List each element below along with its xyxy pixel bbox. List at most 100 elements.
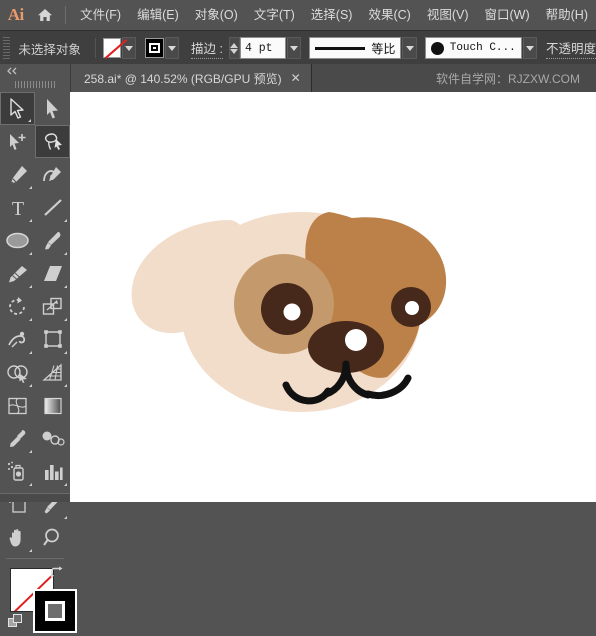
- blend-tool[interactable]: [35, 422, 70, 455]
- swap-fill-stroke-icon[interactable]: [49, 566, 64, 583]
- tool-corner-indicator: [29, 450, 32, 453]
- brush-definition-combo[interactable]: Touch C...: [424, 37, 522, 59]
- stroke-dropdown-chevron-down-icon[interactable]: [164, 37, 179, 59]
- tool-corner-indicator: [64, 318, 67, 321]
- home-icon[interactable]: [31, 0, 59, 30]
- document-tab-strip: 258.ai* @ 140.52% (RGB/GPU 预览) ✕ 软件自学网：R…: [70, 64, 596, 93]
- tools-panel: T: [0, 64, 77, 633]
- illustrator-window: Ai 文件(F) 编辑(E) 对象(O) 文字(T) 选择(S) 效果(C) 视…: [0, 0, 596, 633]
- control-bar-grip[interactable]: [3, 37, 11, 59]
- tool-corner-indicator: [29, 483, 32, 486]
- stroke-profile-combo[interactable]: 等比: [309, 37, 402, 59]
- tool-corner-indicator: [64, 219, 67, 222]
- default-fill-stroke-icon[interactable]: [8, 614, 24, 633]
- gradient-tool[interactable]: [35, 389, 70, 422]
- menu-file[interactable]: 文件(F): [72, 0, 129, 30]
- right-eye-highlight: [405, 301, 419, 315]
- tools-panel-grip[interactable]: [15, 81, 55, 88]
- toolbar-divider: [6, 558, 64, 559]
- menu-select[interactable]: 选择(S): [303, 0, 361, 30]
- stroke-weight-chevron-down-icon[interactable]: [286, 37, 302, 59]
- app-logo: Ai: [7, 5, 25, 24]
- tool-corner-indicator: [29, 252, 32, 255]
- rotate-tool[interactable]: [0, 290, 35, 323]
- document-tab[interactable]: 258.ai* @ 140.52% (RGB/GPU 预览) ✕: [70, 64, 312, 92]
- mesh-tool[interactable]: [0, 389, 35, 422]
- shaper-tool[interactable]: [0, 257, 35, 290]
- tool-corner-indicator: [29, 186, 32, 189]
- stroke-profile-preview-icon: [315, 46, 366, 50]
- line-segment-tool[interactable]: [35, 191, 70, 224]
- dog-head-artwork[interactable]: [70, 92, 596, 502]
- close-icon[interactable]: ✕: [291, 72, 301, 84]
- artboard-canvas[interactable]: [70, 92, 596, 502]
- stroke-weight-label[interactable]: 描边 :: [191, 38, 223, 59]
- eyedropper-tool[interactable]: [0, 422, 35, 455]
- tool-corner-indicator: [28, 119, 31, 122]
- menu-edit[interactable]: 编辑(E): [129, 0, 187, 30]
- fill-swatch[interactable]: [102, 38, 122, 58]
- left-eye-highlight: [283, 303, 301, 321]
- type-tool[interactable]: T: [0, 191, 35, 224]
- stroke-color-swatch[interactable]: [33, 589, 77, 633]
- tool-corner-indicator: [29, 318, 32, 321]
- watermark-text: 软件自学网：RJZXW.COM: [436, 71, 580, 86]
- stroke-swatch[interactable]: [145, 38, 164, 58]
- free-transform-tool[interactable]: [35, 323, 70, 356]
- pen-tool[interactable]: [0, 158, 35, 191]
- symbol-sprayer-tool[interactable]: [0, 455, 35, 488]
- tool-corner-indicator: [64, 384, 67, 387]
- opacity-label[interactable]: 不透明度: [546, 38, 596, 59]
- svg-text:T: T: [11, 198, 23, 218]
- zoom-tool[interactable]: [35, 521, 70, 554]
- tool-grid: T: [0, 92, 70, 554]
- brush-definition-label: Touch C...: [449, 42, 516, 54]
- document-tab-title: 258.ai* @ 140.52% (RGB/GPU 预览): [84, 71, 282, 86]
- menu-type[interactable]: 文字(T): [246, 0, 303, 30]
- eraser-tool[interactable]: [35, 257, 70, 290]
- menu-help[interactable]: 帮助(H): [538, 0, 596, 30]
- tool-corner-indicator: [29, 351, 32, 354]
- brush-definition-chevron-down-icon[interactable]: [522, 37, 538, 59]
- direct-selection-tool[interactable]: [35, 92, 70, 125]
- selection-tool[interactable]: [0, 92, 35, 125]
- stroke-weight-stepper[interactable]: [228, 37, 240, 59]
- control-separator-1: [94, 38, 96, 58]
- selection-status: 未选择对象: [18, 42, 81, 57]
- width-tool[interactable]: [0, 323, 35, 356]
- menu-view[interactable]: 视图(V): [419, 0, 477, 30]
- lasso-tool[interactable]: [35, 125, 70, 158]
- tool-corner-indicator: [64, 351, 67, 354]
- menu-effect[interactable]: 效果(C): [360, 0, 418, 30]
- perspective-grid-tool[interactable]: [35, 356, 70, 389]
- tool-corner-indicator: [29, 384, 32, 387]
- tools-panel-collapse[interactable]: [0, 64, 70, 78]
- tool-corner-indicator: [64, 483, 67, 486]
- ellipse-tool[interactable]: [0, 224, 35, 257]
- toolbar-footer: [0, 493, 70, 502]
- menu-divider: [65, 6, 67, 24]
- tool-corner-indicator: [29, 549, 32, 552]
- tool-corner-indicator: [64, 516, 67, 519]
- tool-corner-indicator: [64, 252, 67, 255]
- tool-corner-indicator: [64, 285, 67, 288]
- menu-list: 文件(F) 编辑(E) 对象(O) 文字(T) 选择(S) 效果(C) 视图(V…: [72, 0, 596, 30]
- brush-preview-icon: [430, 41, 444, 55]
- stroke-profile-chevron-down-icon[interactable]: [402, 37, 417, 59]
- magic-wand-tool[interactable]: [0, 125, 35, 158]
- fill-stroke-cluster: [0, 564, 77, 636]
- nose-highlight: [345, 329, 367, 351]
- curvature-tool[interactable]: [35, 158, 70, 191]
- tool-corner-indicator: [29, 219, 32, 222]
- stroke-profile-label: 等比: [371, 41, 396, 56]
- control-bar: 未选择对象 描边 : 4 pt 等比 Touch C... 不透明度: [0, 30, 596, 66]
- menu-window[interactable]: 窗口(W): [477, 0, 538, 30]
- stroke-weight-input[interactable]: 4 pt: [239, 37, 286, 59]
- hand-tool[interactable]: [0, 521, 35, 554]
- scale-tool[interactable]: [35, 290, 70, 323]
- menu-object[interactable]: 对象(O): [187, 0, 246, 30]
- column-graph-tool[interactable]: [35, 455, 70, 488]
- shape-builder-tool[interactable]: [0, 356, 35, 389]
- menu-bar: Ai 文件(F) 编辑(E) 对象(O) 文字(T) 选择(S) 效果(C) 视…: [0, 0, 596, 30]
- paintbrush-tool[interactable]: [35, 224, 70, 257]
